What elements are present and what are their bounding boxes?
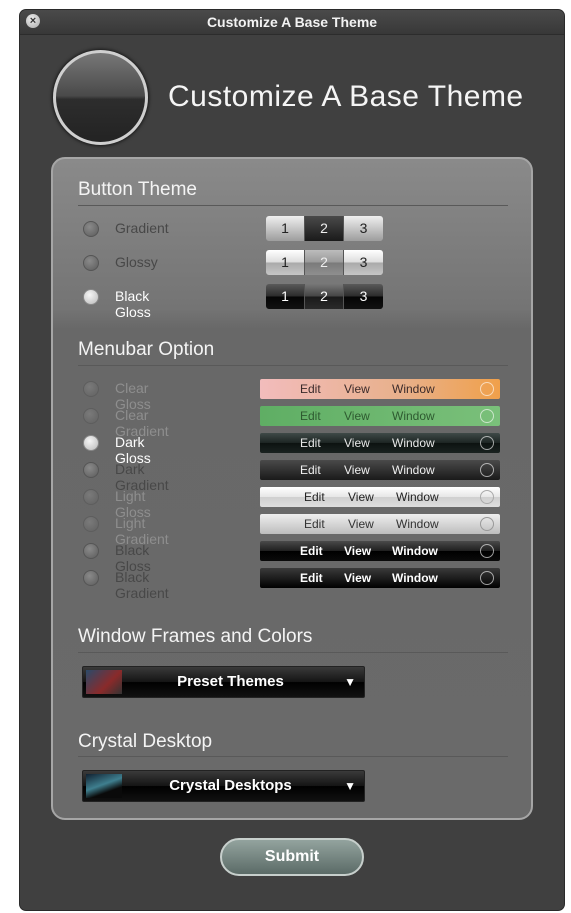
menu-window: Window (392, 463, 435, 477)
menu-window: Window (392, 409, 435, 423)
menu-edit: Edit (300, 571, 323, 585)
menu-edit: Edit (300, 409, 321, 423)
menubar-preview: Edit View Window (260, 541, 500, 561)
menubar-preview: Edit View Window (260, 487, 500, 507)
button-style-preview: 1 2 3 (266, 216, 383, 241)
segment-3: 3 (344, 216, 383, 241)
triangle-down-icon: ▼ (344, 779, 356, 793)
menubar-preview: Edit View Window (260, 406, 500, 426)
radio-button[interactable] (83, 462, 99, 478)
theme-thumbnail-icon (86, 670, 122, 694)
option-label: Black Gradient (115, 569, 169, 601)
button-style-preview: 1 2 3 (266, 250, 383, 275)
menu-view: View (344, 544, 372, 558)
triangle-down-icon: ▼ (344, 675, 356, 689)
dropdown-value: Crystal Desktops (169, 777, 292, 794)
radio-button[interactable] (83, 408, 99, 424)
preset-themes-dropdown[interactable]: Preset Themes ▼ (82, 666, 365, 698)
menu-edit: Edit (300, 382, 321, 396)
segment-1: 1 (266, 250, 305, 275)
segment-3: 3 (344, 284, 383, 309)
menu-window: Window (392, 571, 438, 585)
page-title: Customize A Base Theme (168, 80, 524, 113)
button-style-preview: 1 2 3 (266, 284, 383, 309)
segment-2: 2 (305, 216, 344, 241)
menubar-preview: Edit View Window (260, 514, 500, 534)
menu-view: View (344, 382, 370, 396)
submit-button[interactable]: Submit (220, 838, 364, 876)
menu-window: Window (396, 490, 439, 504)
title-bar[interactable]: × Customize A Base Theme (20, 10, 564, 35)
window-title: Customize A Base Theme (206, 14, 378, 30)
segment-2: 2 (305, 250, 344, 275)
menu-edit: Edit (300, 436, 321, 450)
menubar-preview: Edit View Window (260, 460, 500, 480)
menu-edit: Edit (304, 517, 325, 531)
menubar-preview: Edit View Window (260, 433, 500, 453)
spotlight-icon (480, 571, 494, 585)
radio-button[interactable] (83, 255, 99, 271)
radio-button-selected[interactable] (83, 435, 99, 451)
option-label: Gradient (115, 220, 169, 236)
menu-window: Window (392, 436, 435, 450)
radio-button-selected[interactable] (83, 289, 99, 305)
menu-view: View (344, 436, 370, 450)
radio-button[interactable] (83, 570, 99, 586)
menu-view: View (348, 517, 374, 531)
segment-1: 1 (266, 216, 305, 241)
customize-theme-window: × Customize A Base Theme Customize A Bas… (20, 10, 564, 910)
spotlight-icon (480, 436, 494, 450)
radio-button[interactable] (83, 489, 99, 505)
menu-window: Window (396, 517, 439, 531)
dropdown-value: Preset Themes (177, 673, 284, 690)
option-label: Glossy (115, 254, 158, 270)
menu-view: View (344, 571, 372, 585)
option-label: Black Gloss (115, 288, 151, 320)
divider (78, 756, 508, 757)
window-frames-heading: Window Frames and Colors (78, 626, 313, 647)
segment-3: 3 (344, 250, 383, 275)
menu-edit: Edit (300, 544, 323, 558)
spotlight-icon (480, 544, 494, 558)
menu-view: View (344, 463, 370, 477)
crystal-desktop-heading: Crystal Desktop (78, 731, 213, 752)
options-panel: Button Theme Gradient 1 2 3 Glossy 1 2 3… (51, 157, 533, 820)
button-theme-heading: Button Theme (78, 179, 198, 200)
spotlight-icon (480, 409, 494, 423)
menubar-preview: Edit View Window (260, 379, 500, 399)
menu-edit: Edit (304, 490, 325, 504)
radio-button[interactable] (83, 543, 99, 559)
spotlight-icon (480, 490, 494, 504)
radio-button[interactable] (83, 516, 99, 532)
menu-window: Window (392, 544, 438, 558)
radio-button[interactable] (83, 221, 99, 237)
segment-2: 2 (305, 284, 344, 309)
menu-window: Window (392, 382, 435, 396)
spotlight-icon (480, 463, 494, 477)
segment-1: 1 (266, 284, 305, 309)
menubar-preview: Edit View Window (260, 568, 500, 588)
menu-view: View (348, 490, 374, 504)
divider (78, 365, 508, 366)
radio-button[interactable] (83, 381, 99, 397)
divider (78, 652, 508, 653)
menu-edit: Edit (300, 463, 321, 477)
desktop-thumbnail-icon (86, 774, 122, 798)
divider (78, 205, 508, 206)
menu-view: View (344, 409, 370, 423)
crystal-desktops-dropdown[interactable]: Crystal Desktops ▼ (82, 770, 365, 802)
spotlight-icon (480, 517, 494, 531)
spotlight-icon (480, 382, 494, 396)
circle-orb-icon (53, 50, 148, 145)
menubar-option-heading: Menubar Option (78, 339, 215, 360)
